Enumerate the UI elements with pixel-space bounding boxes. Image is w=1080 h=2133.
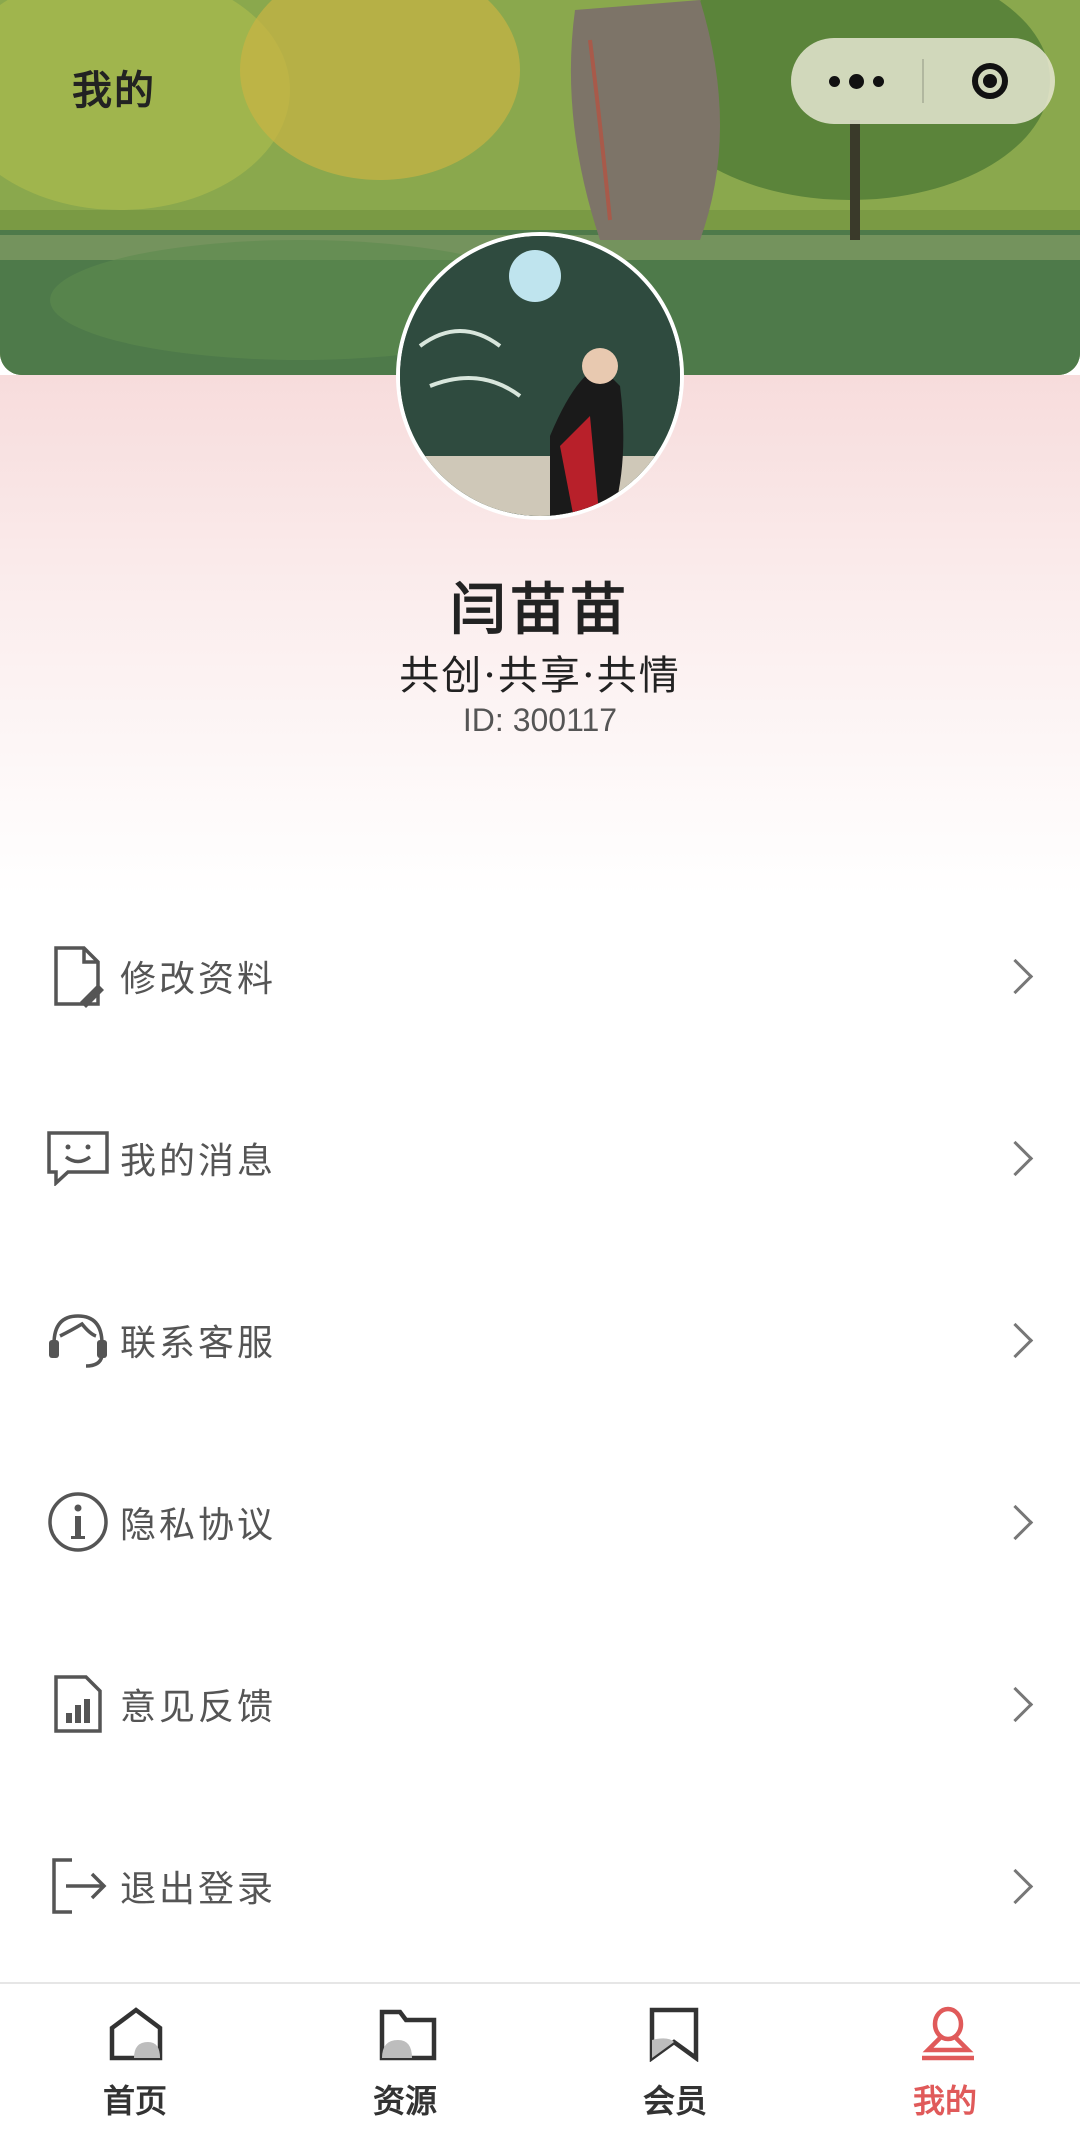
folder-icon — [378, 2006, 437, 2062]
user-id: ID: 300117 — [462, 702, 618, 738]
tab-mine[interactable]: 我的 — [810, 1984, 1080, 2133]
chevron-right-icon — [997, 1504, 1034, 1540]
tab-label: 资源 — [372, 2082, 437, 2120]
logout-icon — [44, 1852, 112, 1920]
menu-item-label: 修改资料 — [120, 959, 277, 1000]
tab-resources[interactable]: 资源 — [270, 1984, 540, 2133]
home-icon — [108, 2006, 164, 2062]
avatar-image — [400, 236, 680, 516]
user-icon — [918, 2006, 974, 2062]
menu-item-label: 隐私协议 — [120, 1505, 277, 1546]
edit-document-icon — [44, 942, 112, 1010]
menu-item-privacy[interactable]: 隐私协议 — [0, 1431, 1080, 1613]
chevron-right-icon — [997, 1322, 1034, 1358]
menu-item-edit-profile[interactable]: 修改资料 — [0, 885, 1080, 1067]
page-title: 我的 — [72, 67, 156, 114]
chevron-right-icon — [997, 1868, 1034, 1904]
headset-icon — [44, 1306, 112, 1374]
user-name: 闫苗苗 — [450, 577, 630, 643]
chevron-right-icon — [997, 1686, 1034, 1722]
tab-label: 我的 — [912, 2082, 977, 2120]
bookmark-icon — [648, 2006, 704, 2063]
info-icon — [44, 1488, 112, 1556]
feedback-chart-icon — [44, 1670, 112, 1738]
settings-menu: 修改资料 我的消息 联系客服 隐私协议 意见反馈 退出登录 — [0, 885, 1080, 1977]
menu-item-label: 退出登录 — [120, 1869, 277, 1910]
chevron-right-icon — [997, 958, 1034, 994]
menu-item-feedback[interactable]: 意见反馈 — [0, 1613, 1080, 1795]
menu-item-logout[interactable]: 退出登录 — [0, 1795, 1080, 1977]
mini-program-capsule — [791, 38, 1055, 124]
tab-membership[interactable]: 会员 — [540, 1984, 810, 2133]
more-dots-icon[interactable] — [791, 38, 922, 124]
menu-item-label: 我的消息 — [120, 1141, 277, 1182]
target-icon[interactable] — [924, 38, 1055, 124]
menu-item-label: 联系客服 — [120, 1323, 277, 1364]
message-smile-icon — [44, 1124, 112, 1192]
tab-label: 会员 — [642, 2082, 707, 2120]
menu-item-messages[interactable]: 我的消息 — [0, 1067, 1080, 1249]
avatar[interactable] — [396, 232, 684, 520]
tab-label: 首页 — [102, 2082, 167, 2120]
bottom-tab-bar: 首页 资源 会员 我的 — [0, 1982, 1080, 2133]
tab-home[interactable]: 首页 — [0, 1984, 270, 2133]
menu-item-customer-service[interactable]: 联系客服 — [0, 1249, 1080, 1431]
menu-item-label: 意见反馈 — [120, 1687, 277, 1728]
user-slogan: 共创·共享·共情 — [399, 653, 681, 699]
chevron-right-icon — [997, 1140, 1034, 1176]
